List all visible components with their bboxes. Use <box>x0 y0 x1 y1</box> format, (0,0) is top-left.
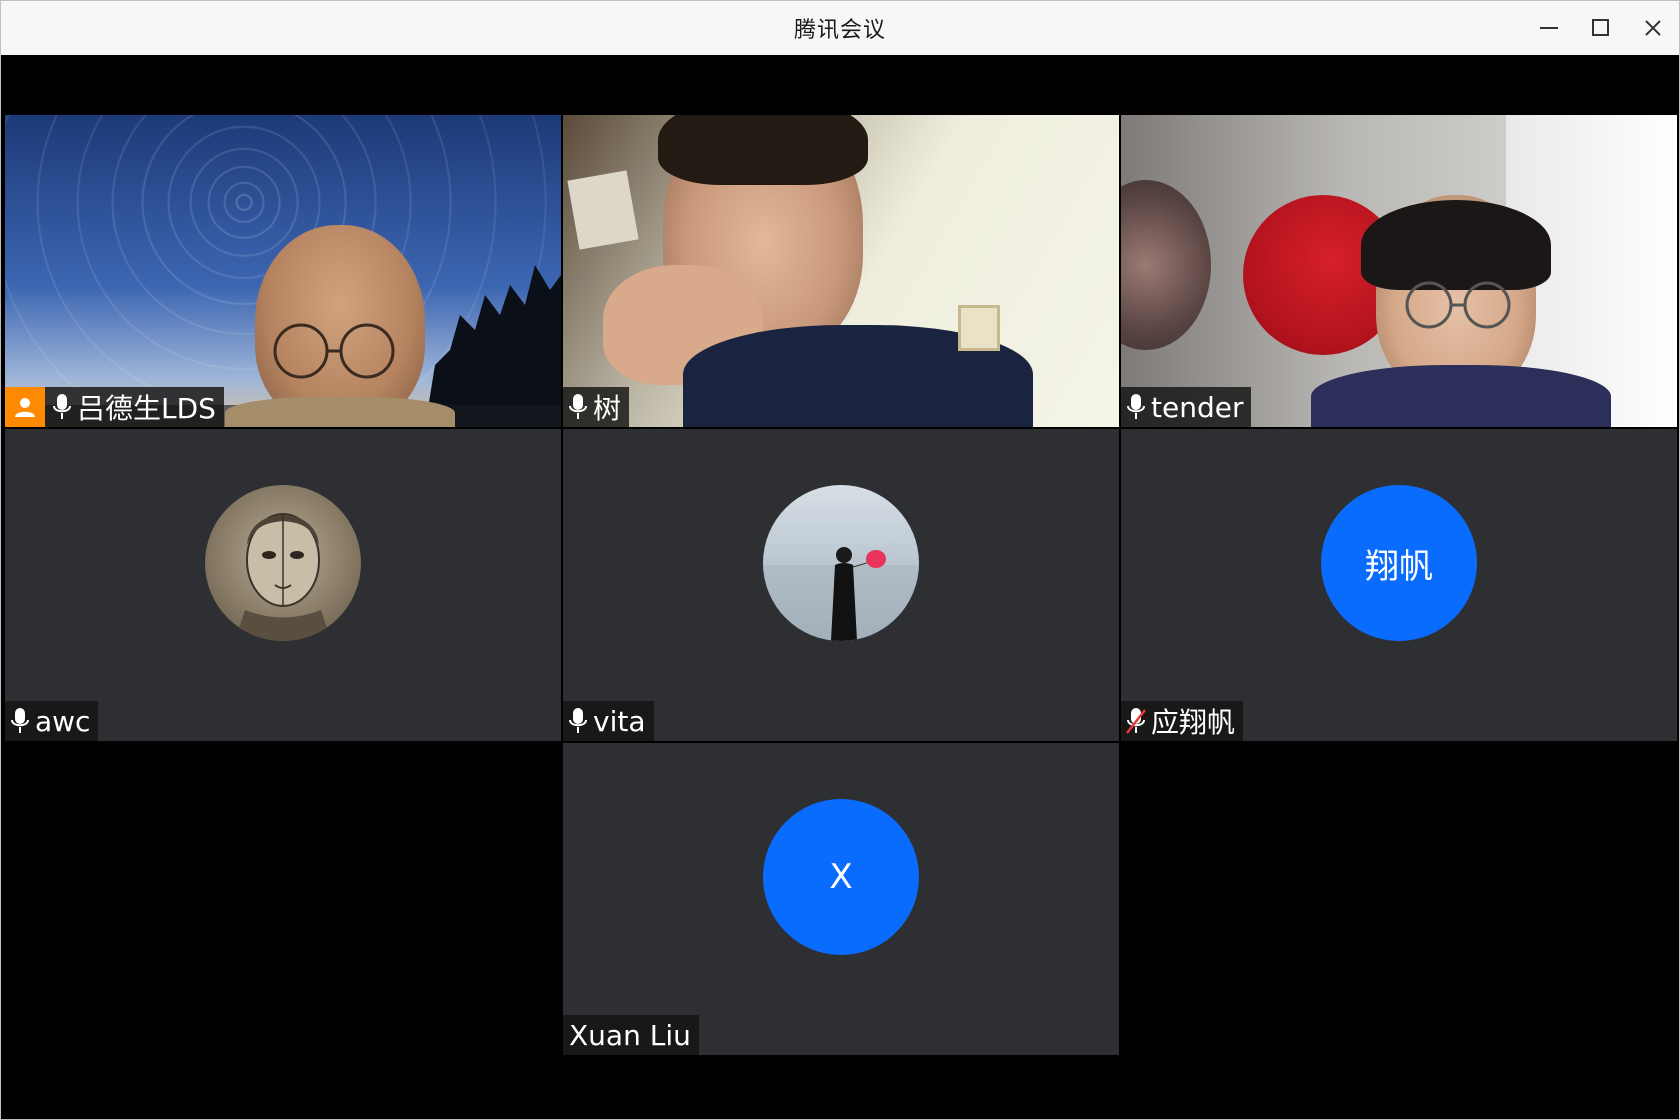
participant-avatar: 翔帆 <box>1321 485 1477 641</box>
participant-name-tag: 应翔帆 <box>1121 701 1244 741</box>
minimize-button[interactable] <box>1523 1 1575 55</box>
participant-tile[interactable]: vita <box>563 429 1119 741</box>
participant-name-tag: vita <box>563 701 654 741</box>
tencent-meeting-window: 腾讯会议 吕德生LDS 树 tender awc vita 翔帆 应翔帆 X X… <box>0 0 1680 1120</box>
participant-name-tag: awc <box>5 701 99 741</box>
participant-avatar <box>763 485 919 641</box>
glasses-icon <box>273 323 395 379</box>
title-bar: 腾讯会议 <box>1 1 1679 55</box>
microphone-icon <box>567 392 589 422</box>
wall-frame <box>958 305 1000 351</box>
host-icon <box>5 387 45 427</box>
portrait-sketch-icon <box>235 513 331 641</box>
participant-tile[interactable]: 翔帆 应翔帆 <box>1121 429 1677 741</box>
microphone-icon <box>1125 392 1147 422</box>
microphone-muted-icon <box>1125 706 1147 736</box>
maximize-icon <box>1592 19 1609 36</box>
participant-name-tag: tender <box>1121 387 1252 427</box>
avatar-initials: 翔帆 <box>1365 546 1433 587</box>
video-grid: 吕德生LDS 树 tender awc vita 翔帆 应翔帆 X Xuan L… <box>5 55 1677 1117</box>
participant-name: Xuan Liu <box>569 1018 691 1052</box>
video-feed <box>563 115 1119 427</box>
avatar-initials: X <box>829 857 853 897</box>
microphone-icon <box>51 392 73 422</box>
participant-tile[interactable]: tender <box>1121 115 1677 427</box>
participant-tile[interactable]: awc <box>5 429 561 741</box>
window-controls <box>1523 1 1679 55</box>
participant-avatar: X <box>763 799 919 955</box>
participant-name: awc <box>35 704 91 738</box>
close-button[interactable] <box>1627 1 1679 55</box>
participant-name-tag: 吕德生LDS <box>5 387 224 427</box>
participant-name: 树 <box>593 392 622 425</box>
balloon-figure-icon <box>763 547 919 641</box>
microphone-icon <box>567 706 589 736</box>
video-feed <box>1121 115 1677 427</box>
close-icon <box>1645 20 1661 36</box>
participant-tile[interactable]: 树 <box>563 115 1119 427</box>
participant-name: tender <box>1151 390 1244 424</box>
wall-picture <box>567 170 639 250</box>
participant-hair <box>658 115 868 185</box>
microphone-icon <box>9 706 31 736</box>
participant-name-tag: Xuan Liu <box>563 1015 699 1055</box>
participant-name: 应翔帆 <box>1151 706 1236 739</box>
participant-name: vita <box>593 704 646 738</box>
participant-name-tag: 树 <box>563 387 630 427</box>
participant-tile[interactable]: X Xuan Liu <box>563 743 1119 1055</box>
video-feed <box>5 115 561 427</box>
participant-tile[interactable]: 吕德生LDS <box>5 115 561 427</box>
participant-name: 吕德生LDS <box>77 392 216 425</box>
window-title: 腾讯会议 <box>793 18 886 43</box>
participant-avatar <box>205 485 361 641</box>
glasses-icon <box>1405 281 1511 329</box>
minimize-icon <box>1540 27 1558 29</box>
maximize-button[interactable] <box>1575 1 1627 55</box>
